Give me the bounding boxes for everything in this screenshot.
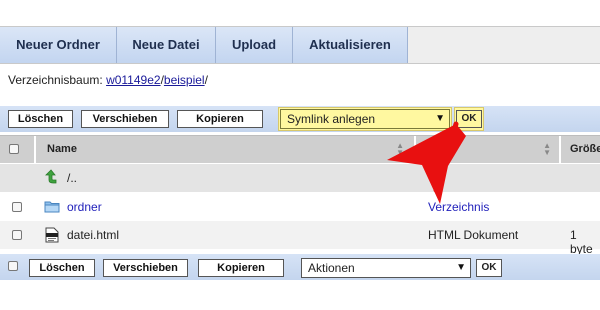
- table-row[interactable]: datei.html HTML Dokument 1 byte: [0, 221, 600, 256]
- delete-button[interactable]: Löschen: [29, 259, 95, 277]
- folder-name[interactable]: ordner: [67, 200, 102, 214]
- breadcrumb-link-root[interactable]: w01149e2: [106, 73, 161, 87]
- row-checkbox[interactable]: [12, 230, 22, 240]
- dropdown-arrow-icon: ▼: [456, 262, 466, 273]
- copy-button[interactable]: Kopieren: [177, 110, 263, 128]
- ok-button-bottom[interactable]: OK: [476, 259, 502, 277]
- table-row[interactable]: /..: [0, 164, 600, 192]
- refresh-button[interactable]: Aktualisieren: [293, 27, 408, 63]
- move-button[interactable]: Verschieben: [81, 110, 169, 128]
- select-all-checkbox-bottom[interactable]: [8, 261, 18, 271]
- name-column-label: Name: [47, 143, 77, 155]
- action-select[interactable]: Symlink anlegen ▼: [280, 109, 450, 129]
- action-select-bottom[interactable]: Aktionen ▼: [301, 258, 471, 278]
- new-folder-button[interactable]: Neuer Ordner: [0, 27, 117, 63]
- ok-button[interactable]: OK: [456, 110, 482, 128]
- action-select-value: Symlink anlegen: [287, 112, 376, 126]
- html-file-icon: [45, 227, 59, 246]
- name-column-header[interactable]: Name ▲ ▼: [36, 136, 416, 163]
- size-column-header[interactable]: Größe: [561, 136, 600, 163]
- copy-button[interactable]: Kopieren: [198, 259, 284, 277]
- type-column-header[interactable]: ▲ ▼: [416, 136, 561, 163]
- size-column-label: Größe: [570, 143, 600, 155]
- select-all-checkbox[interactable]: [9, 144, 19, 154]
- delete-button[interactable]: Löschen: [8, 110, 73, 128]
- parent-directory-name[interactable]: /..: [67, 171, 77, 185]
- header-checkbox-cell: [0, 136, 36, 163]
- breadcrumb-label: Verzeichnisbaum:: [8, 73, 107, 87]
- new-file-button[interactable]: Neue Datei: [117, 27, 216, 63]
- table-row[interactable]: ordner Verzeichnis: [0, 193, 600, 221]
- file-type: Verzeichnis: [428, 200, 490, 214]
- action-bar-top: Löschen Verschieben Kopieren Symlink anl…: [0, 106, 600, 132]
- action-select-bottom-value: Aktionen: [308, 261, 355, 275]
- folder-icon: [44, 199, 60, 216]
- sort-icon[interactable]: ▲ ▼: [543, 142, 551, 157]
- breadcrumb: Verzeichnisbaum: w01149e2/beispiel/: [8, 73, 208, 87]
- table-header: Name ▲ ▼ ▲ ▼ Größe: [0, 135, 600, 163]
- sort-icon[interactable]: ▲ ▼: [396, 142, 404, 157]
- move-button[interactable]: Verschieben: [103, 259, 188, 277]
- upload-button[interactable]: Upload: [216, 27, 293, 63]
- dropdown-arrow-icon: ▼: [435, 113, 445, 124]
- file-size: 1 byte: [570, 228, 593, 256]
- top-toolbar: Neuer Ordner Neue Datei Upload Aktualisi…: [0, 26, 600, 64]
- row-checkbox[interactable]: [12, 202, 22, 212]
- up-arrow-icon: [44, 169, 58, 188]
- file-name[interactable]: datei.html: [67, 228, 119, 242]
- breadcrumb-link-current[interactable]: beispiel: [164, 73, 205, 87]
- file-type: HTML Dokument: [428, 228, 519, 242]
- action-bar-bottom: Löschen Verschieben Kopieren Aktionen ▼ …: [0, 254, 600, 280]
- breadcrumb-separator: /: [204, 73, 208, 87]
